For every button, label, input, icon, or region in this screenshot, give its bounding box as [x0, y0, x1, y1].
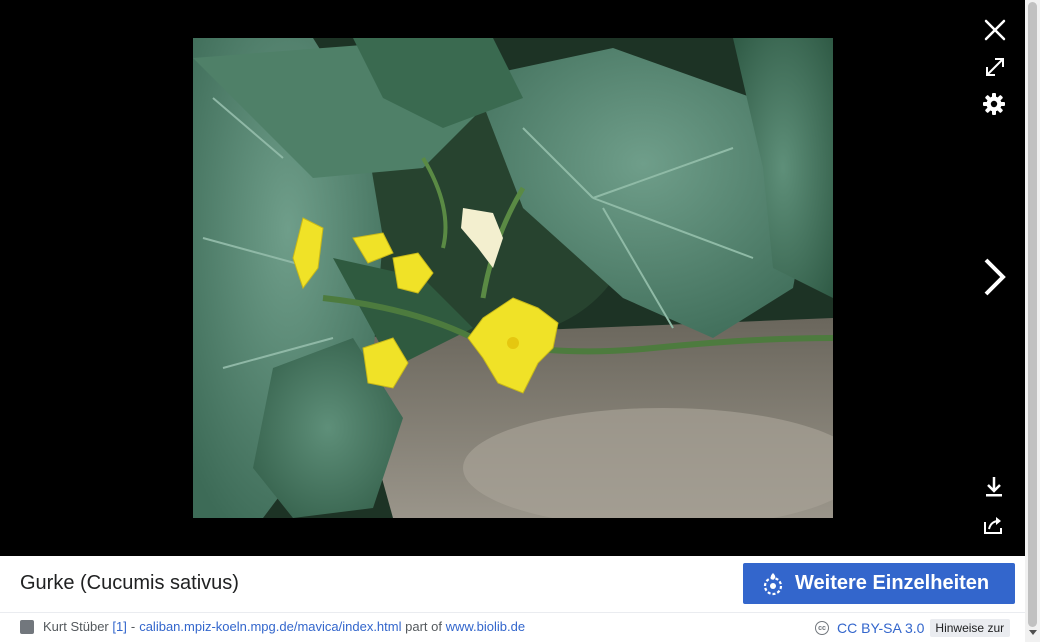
scrollbar-thumb[interactable] [1028, 2, 1037, 627]
scrollbar[interactable] [1025, 0, 1040, 642]
main-photo [193, 38, 833, 518]
download-icon [986, 477, 1002, 497]
author-icon [20, 619, 34, 634]
commons-logo-icon [763, 572, 783, 595]
share-button[interactable] [980, 511, 1008, 539]
separator: - [130, 619, 136, 634]
usage-notes-button[interactable]: Hinweise zur [930, 619, 1011, 637]
download-button[interactable] [980, 473, 1008, 501]
source-link[interactable]: caliban.mpiz-koeln.mpg.de/mavica/index.h… [139, 619, 401, 634]
license-area: cc CC BY-SA 3.0 Hinweise zur [815, 619, 1011, 637]
credit-line: Kurt Stüber [1] - caliban.mpiz-koeln.mpg… [20, 619, 525, 634]
more-details-button[interactable]: Weitere Einzelheiten [743, 563, 1015, 604]
reference-link[interactable]: [1] [112, 619, 126, 634]
part-of-text: part of [405, 619, 442, 634]
scroll-down-arrow-icon[interactable] [1029, 630, 1037, 635]
media-viewer [0, 0, 1025, 556]
author-name: Kurt Stüber [43, 619, 109, 634]
gear-icon [983, 93, 1005, 115]
more-details-label: Weitere Einzelheiten [795, 572, 990, 594]
close-icon [984, 19, 1006, 41]
share-icon [984, 517, 1002, 534]
info-panel: Gurke (Cucumis sativus) Weitere Einzelhe… [0, 556, 1025, 642]
divider [0, 612, 1025, 613]
license-link[interactable]: CC BY-SA 3.0 [837, 620, 924, 636]
settings-button[interactable] [980, 90, 1008, 118]
next-image-button[interactable] [976, 254, 1012, 300]
cc-license-icon: cc [815, 621, 829, 635]
chevron-right-icon [984, 258, 1006, 296]
fullscreen-button[interactable] [981, 53, 1009, 81]
biolib-link[interactable]: www.biolib.de [446, 619, 526, 634]
image-title: Gurke (Cucumis sativus) [20, 572, 239, 594]
fullscreen-icon [986, 58, 1004, 76]
close-button[interactable] [981, 16, 1009, 44]
